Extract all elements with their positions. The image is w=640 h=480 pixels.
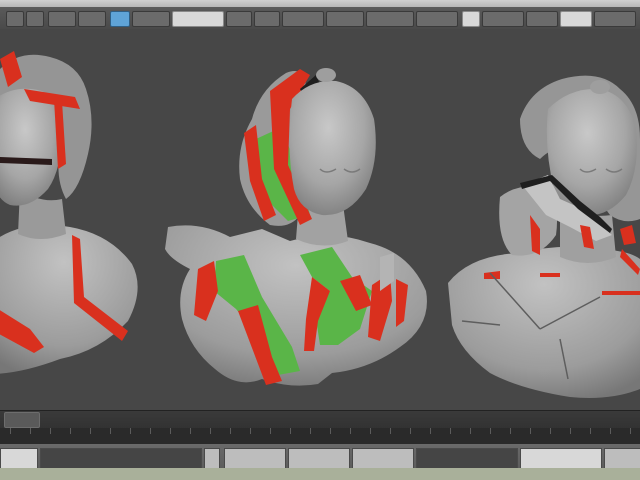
timeline-tick <box>510 428 511 434</box>
timeline-tick <box>270 428 271 434</box>
timeline-tick <box>210 428 211 434</box>
timeline-tick <box>250 428 251 434</box>
3d-viewport[interactable] <box>0 29 640 410</box>
timeline-tick <box>490 428 491 434</box>
link-icon[interactable] <box>78 11 106 27</box>
timeline-tick <box>30 428 31 434</box>
pivot-icon[interactable] <box>282 11 324 27</box>
track-bar[interactable] <box>0 428 640 444</box>
timeline-tick <box>150 428 151 434</box>
timeline-tick <box>230 428 231 434</box>
timeline-tick <box>390 428 391 434</box>
timeline-tick <box>370 428 371 434</box>
bust-right[interactable] <box>448 75 640 398</box>
timeline-tick <box>190 428 191 434</box>
mirror-icon[interactable] <box>366 11 414 27</box>
timeline-tick <box>70 428 71 434</box>
align-icon[interactable] <box>416 11 458 27</box>
timeline-tick <box>110 428 111 434</box>
timeline-tick <box>10 428 11 434</box>
snap-icon[interactable] <box>326 11 364 27</box>
timeline-tick <box>430 428 431 434</box>
timeline-tick <box>290 428 291 434</box>
redo-icon[interactable] <box>26 11 44 27</box>
timeline-tick <box>590 428 591 434</box>
rotate-icon[interactable] <box>226 11 252 27</box>
bust-left[interactable] <box>0 51 138 374</box>
timeline-tick <box>90 428 91 434</box>
timeline-tick <box>330 428 331 434</box>
time-slider-handle[interactable] <box>4 412 40 428</box>
timeline-tick <box>450 428 451 434</box>
select-icon[interactable] <box>48 11 76 27</box>
scale-icon[interactable] <box>254 11 280 27</box>
timeline-tick <box>350 428 351 434</box>
timeline-tick <box>550 428 551 434</box>
selection-filter-dropdown[interactable] <box>172 11 224 27</box>
footer-strip <box>0 468 640 480</box>
select-object-icon[interactable] <box>110 11 130 27</box>
timeline-tick <box>310 428 311 434</box>
bust-center[interactable] <box>165 68 427 386</box>
timeline-tick <box>50 428 51 434</box>
viewport-scene <box>0 51 640 398</box>
undo-icon[interactable] <box>6 11 24 27</box>
timeline-tick <box>170 428 171 434</box>
time-slider-track[interactable] <box>0 410 640 429</box>
timeline-tick <box>410 428 411 434</box>
timeline-tick <box>530 428 531 434</box>
render-icon[interactable] <box>594 11 636 27</box>
timeline-tick <box>610 428 611 434</box>
move-icon[interactable] <box>132 11 170 27</box>
main-toolbar <box>0 7 640 30</box>
timeline-tick <box>570 428 571 434</box>
curve-editor-icon[interactable] <box>482 11 524 27</box>
material-editor-icon[interactable] <box>526 11 558 27</box>
menu-bar <box>0 0 640 7</box>
timeline-tick <box>630 428 631 434</box>
layer-icon[interactable] <box>462 11 480 27</box>
render-setup-icon[interactable] <box>560 11 592 27</box>
timeline-tick <box>130 428 131 434</box>
timeline-tick <box>470 428 471 434</box>
